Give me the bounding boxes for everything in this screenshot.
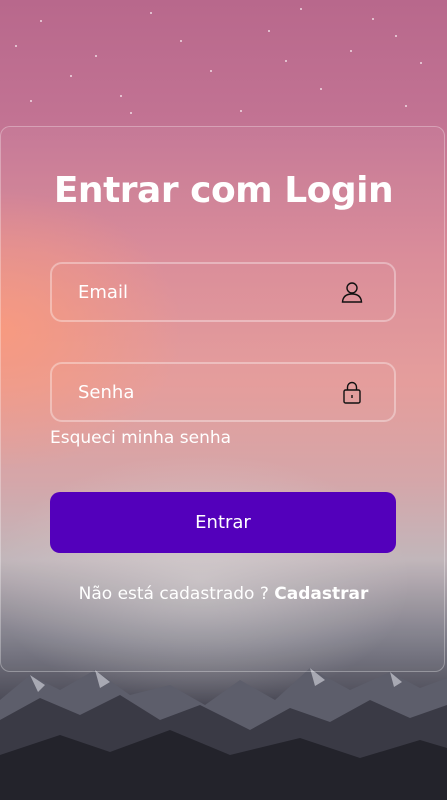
email-input[interactable]: [52, 264, 332, 320]
password-field-container: [50, 362, 396, 422]
password-input[interactable]: [52, 364, 332, 420]
mountain-range: [0, 668, 447, 800]
signup-link[interactable]: Cadastrar: [274, 584, 368, 604]
signup-prompt-text: Não está cadastrado ?: [78, 584, 269, 604]
email-field-container: [50, 262, 396, 322]
signup-prompt: Não está cadastrado ? Cadastrar: [0, 584, 447, 604]
page-title: Entrar com Login: [53, 170, 394, 211]
lock-icon: [343, 381, 361, 404]
user-icon: [341, 282, 363, 303]
forgot-password-link[interactable]: Esqueci minha senha: [50, 428, 231, 448]
login-button[interactable]: Entrar: [50, 492, 396, 553]
